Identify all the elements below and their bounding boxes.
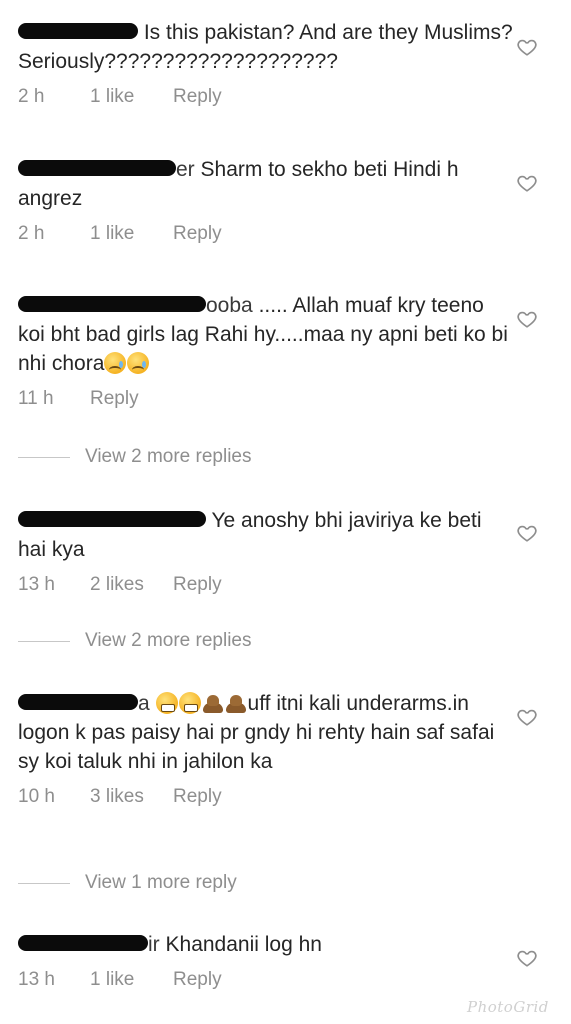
comment-time: 13 h	[18, 574, 55, 595]
comment-likes[interactable]: 2 likes	[90, 573, 173, 597]
username-tail: ooba	[206, 294, 253, 317]
comment-username[interactable]: ir	[18, 933, 160, 956]
pile-of-poo-emoji	[225, 692, 247, 714]
comment-time: 13 h	[18, 969, 55, 990]
comment-username[interactable]: er	[18, 158, 195, 181]
comment-meta: 13 h 1 like Reply	[18, 968, 513, 992]
heart-icon[interactable]	[516, 522, 538, 544]
comment-time: 10 h	[18, 786, 55, 807]
photogrid-watermark: PhotoGrid	[467, 998, 549, 1016]
heart-icon[interactable]	[516, 706, 538, 728]
username-redaction	[18, 296, 206, 313]
comment-likes[interactable]: 1 like	[90, 222, 173, 246]
comment-body: Is this pakistan? And are they Muslims? …	[18, 18, 513, 76]
username-redaction	[18, 160, 176, 177]
comment-time: 2 h	[18, 223, 45, 244]
comment-username[interactable]: ooba	[18, 294, 253, 317]
username-redaction	[18, 935, 148, 952]
heart-icon[interactable]	[516, 36, 538, 58]
comment-username[interactable]: a	[18, 692, 150, 715]
reply-button[interactable]: Reply	[173, 85, 222, 109]
comment-likes[interactable]: 3 likes	[90, 785, 173, 809]
reply-button[interactable]: Reply	[90, 387, 139, 411]
reply-button[interactable]: Reply	[173, 968, 222, 992]
heart-icon[interactable]	[516, 172, 538, 194]
comment-meta: 13 h 2 likes Reply	[18, 573, 513, 597]
username-tail: a	[138, 692, 150, 715]
comment-item: ir Khandanii log hn 13 h 1 like Reply	[18, 930, 513, 992]
heart-icon[interactable]	[516, 947, 538, 969]
view-more-replies[interactable]: View 1 more reply	[18, 872, 237, 894]
comment-likes[interactable]: 1 like	[90, 968, 173, 992]
pile-of-poo-emoji	[202, 692, 224, 714]
reply-button[interactable]: Reply	[173, 222, 222, 246]
comment-meta: 11 h Reply	[18, 387, 513, 411]
view-more-replies[interactable]: View 2 more replies	[18, 446, 252, 468]
comment-item: Ye anoshy bhi javiriya ke beti hai kya 1…	[18, 506, 513, 597]
comment-username[interactable]	[18, 21, 138, 44]
view-more-replies-label: View 2 more replies	[85, 446, 252, 467]
username-redaction	[18, 511, 206, 528]
comment-item: er Sharm to sekho beti Hindi h angrez 2 …	[18, 155, 513, 246]
sad-relieved-face-emoji	[127, 352, 150, 374]
username-redaction	[18, 23, 138, 40]
reply-button[interactable]: Reply	[173, 785, 222, 809]
comment-body: a uff itni kali underarms.in logon k pas…	[18, 689, 513, 776]
grimacing-face-emoji	[155, 692, 178, 714]
view-more-replies-label: View 1 more reply	[85, 872, 237, 893]
username-redaction	[18, 694, 138, 711]
comment-likes[interactable]: 1 like	[90, 85, 173, 109]
comment-meta: 2 h 1 like Reply	[18, 85, 513, 109]
view-more-replies[interactable]: View 2 more replies	[18, 630, 252, 652]
comment-body: Ye anoshy bhi javiriya ke beti hai kya	[18, 506, 513, 564]
comment-item: a uff itni kali underarms.in logon k pas…	[18, 689, 513, 809]
comment-time: 11 h	[18, 388, 54, 409]
grimacing-face-emoji	[178, 692, 201, 714]
divider-line	[18, 456, 70, 458]
comment-text: Khandanii log hn	[165, 933, 322, 956]
comment-username[interactable]	[18, 509, 206, 532]
comment-body: ir Khandanii log hn	[18, 930, 513, 959]
username-tail: er	[176, 158, 195, 181]
divider-line	[18, 640, 70, 642]
comment-item: ooba ..... Allah muaf kry teeno koi bht …	[18, 291, 513, 411]
comments-screen: Is this pakistan? And are they Muslims? …	[0, 0, 571, 1024]
reply-button[interactable]: Reply	[173, 573, 222, 597]
comment-body: er Sharm to sekho beti Hindi h angrez	[18, 155, 513, 213]
comment-item: Is this pakistan? And are they Muslims? …	[18, 18, 513, 109]
view-more-replies-label: View 2 more replies	[85, 630, 252, 651]
comment-meta: 2 h 1 like Reply	[18, 222, 513, 246]
username-tail: ir	[148, 933, 160, 956]
comment-time: 2 h	[18, 86, 45, 107]
heart-icon[interactable]	[516, 308, 538, 330]
comment-meta: 10 h 3 likes Reply	[18, 785, 513, 809]
sad-relieved-face-emoji	[104, 352, 127, 374]
divider-line	[18, 882, 70, 884]
comment-body: ooba ..... Allah muaf kry teeno koi bht …	[18, 291, 513, 378]
